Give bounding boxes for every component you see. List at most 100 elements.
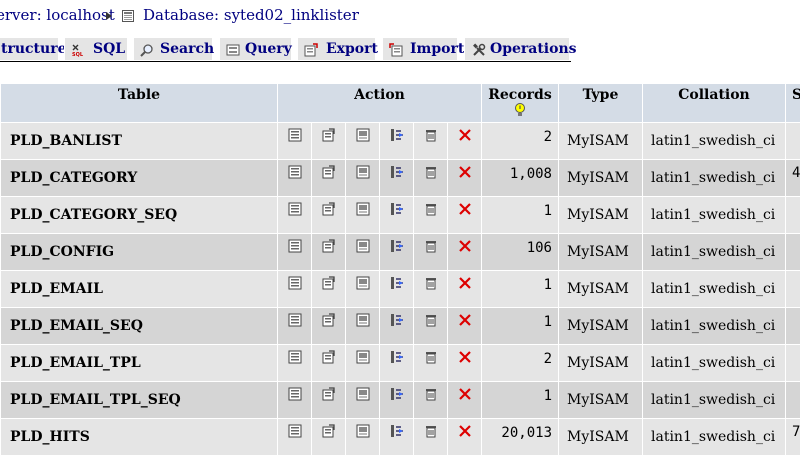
browse-icon[interactable] xyxy=(288,128,302,142)
insert-icon[interactable] xyxy=(390,313,404,327)
tab-import[interactable]: Import xyxy=(382,37,464,60)
action-cell xyxy=(278,419,311,455)
size-cell[interactable] xyxy=(786,197,800,233)
tab-import-label: Import xyxy=(410,41,465,57)
insert-icon[interactable] xyxy=(390,165,404,179)
structure-icon[interactable] xyxy=(322,165,336,179)
table-name-cell[interactable]: PLD_EMAIL_TPL_SEQ xyxy=(1,382,277,418)
tab-export[interactable]: Export xyxy=(297,37,378,60)
empty-icon[interactable] xyxy=(424,239,438,253)
search-icon[interactable] xyxy=(356,313,370,327)
action-cell xyxy=(312,271,345,307)
browse-icon[interactable] xyxy=(288,239,302,253)
browse-icon[interactable] xyxy=(288,276,302,290)
structure-icon[interactable] xyxy=(322,202,336,216)
search-icon[interactable] xyxy=(356,239,370,253)
size-cell[interactable]: 79 xyxy=(786,419,800,455)
table-name-cell[interactable]: PLD_HITS xyxy=(1,419,277,455)
browse-icon[interactable] xyxy=(288,350,302,364)
table-name-cell[interactable]: PLD_CATEGORY_SEQ xyxy=(1,197,277,233)
size-cell[interactable] xyxy=(786,123,800,159)
size-cell[interactable] xyxy=(786,345,800,381)
size-cell[interactable] xyxy=(786,382,800,418)
drop-icon[interactable] xyxy=(458,350,472,364)
search-icon[interactable] xyxy=(356,350,370,364)
drop-icon[interactable] xyxy=(458,276,472,290)
size-cell[interactable] xyxy=(786,271,800,307)
tab-query-label: Query xyxy=(245,41,292,57)
table-row: PLD_CONFIG 106 MyISAM latin1_swedish_ci xyxy=(1,234,800,270)
tab-operations[interactable]: Operations xyxy=(464,37,577,60)
browse-icon[interactable] xyxy=(288,424,302,438)
header-table[interactable]: Table xyxy=(1,84,277,122)
breadcrumb-server-link[interactable]: erver: localhost xyxy=(0,6,115,24)
tab-query[interactable]: Query xyxy=(219,37,292,60)
drop-icon[interactable] xyxy=(458,202,472,216)
insert-icon[interactable] xyxy=(390,239,404,253)
structure-icon[interactable] xyxy=(322,128,336,142)
insert-icon[interactable] xyxy=(390,128,404,142)
table-name-cell[interactable]: PLD_BANLIST xyxy=(1,123,277,159)
browse-icon[interactable] xyxy=(288,387,302,401)
drop-icon[interactable] xyxy=(458,239,472,253)
size-cell[interactable] xyxy=(786,308,800,344)
records-cell: 106 xyxy=(482,234,558,270)
table-row: PLD_CATEGORY 1,008 MyISAM latin1_swedish_ci… xyxy=(1,160,800,196)
action-cell xyxy=(414,160,447,196)
search-icon[interactable] xyxy=(356,276,370,290)
structure-icon[interactable] xyxy=(322,239,336,253)
type-cell: MyISAM xyxy=(559,345,642,381)
records-cell: 1 xyxy=(482,382,558,418)
insert-icon[interactable] xyxy=(390,276,404,290)
table-row: PLD_EMAIL_TPL_SEQ 1 MyISAM latin1_swedish_c… xyxy=(1,382,800,418)
empty-icon[interactable] xyxy=(424,202,438,216)
structure-icon[interactable] xyxy=(322,387,336,401)
drop-icon[interactable] xyxy=(458,313,472,327)
empty-icon[interactable] xyxy=(424,313,438,327)
size-cell[interactable] xyxy=(786,234,800,270)
search-icon[interactable] xyxy=(356,202,370,216)
search-icon[interactable] xyxy=(356,128,370,142)
search-icon[interactable] xyxy=(356,165,370,179)
drop-icon[interactable] xyxy=(458,424,472,438)
browse-icon[interactable] xyxy=(288,165,302,179)
structure-icon[interactable] xyxy=(322,313,336,327)
action-cell xyxy=(346,123,379,159)
empty-icon[interactable] xyxy=(424,165,438,179)
action-cell xyxy=(414,345,447,381)
structure-icon[interactable] xyxy=(322,350,336,364)
browse-icon[interactable] xyxy=(288,202,302,216)
size-cell[interactable]: 49 xyxy=(786,160,800,196)
action-cell xyxy=(346,419,379,455)
empty-icon[interactable] xyxy=(424,350,438,364)
table-name-cell[interactable]: PLD_EMAIL xyxy=(1,271,277,307)
drop-icon[interactable] xyxy=(458,387,472,401)
table-name-cell[interactable]: PLD_CATEGORY xyxy=(1,160,277,196)
browse-icon[interactable] xyxy=(288,313,302,327)
table-name-cell[interactable]: PLD_EMAIL_SEQ xyxy=(1,308,277,344)
collation-cell: latin1_swedish_ci xyxy=(643,382,785,418)
empty-icon[interactable] xyxy=(424,276,438,290)
table-name-cell[interactable]: PLD_CONFIG xyxy=(1,234,277,270)
empty-icon[interactable] xyxy=(424,387,438,401)
table-row: PLD_EMAIL_TPL 2 MyISAM latin1_swedish_ci xyxy=(1,345,800,381)
tab-structure-label: tructure xyxy=(1,41,67,57)
drop-icon[interactable] xyxy=(458,165,472,179)
insert-icon[interactable] xyxy=(390,424,404,438)
insert-icon[interactable] xyxy=(390,350,404,364)
hint-bulb-icon[interactable] xyxy=(514,103,526,117)
tab-structure[interactable]: tructure xyxy=(0,37,66,60)
drop-icon[interactable] xyxy=(458,128,472,142)
breadcrumb-database-link[interactable]: Database: syted02_linklister xyxy=(143,6,359,24)
insert-icon[interactable] xyxy=(390,387,404,401)
search-icon[interactable] xyxy=(356,387,370,401)
insert-icon[interactable] xyxy=(390,202,404,216)
structure-icon[interactable] xyxy=(322,424,336,438)
tab-sql[interactable]: SQL SQL xyxy=(64,37,128,60)
empty-icon[interactable] xyxy=(424,424,438,438)
search-icon[interactable] xyxy=(356,424,370,438)
structure-icon[interactable] xyxy=(322,276,336,290)
empty-icon[interactable] xyxy=(424,128,438,142)
tab-search[interactable]: Search xyxy=(133,37,214,60)
table-name-cell[interactable]: PLD_EMAIL_TPL xyxy=(1,345,277,381)
